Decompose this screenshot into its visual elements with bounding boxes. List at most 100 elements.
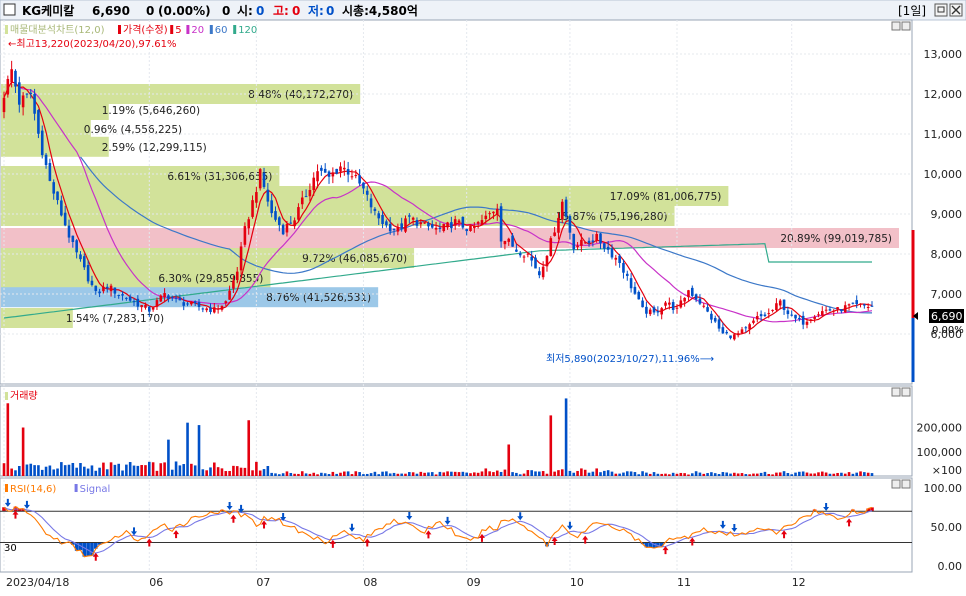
candle-body	[98, 291, 101, 294]
volume-bar	[228, 470, 231, 476]
volume-bar	[40, 469, 44, 476]
volume-band	[1, 136, 109, 157]
volume-bar	[113, 464, 117, 476]
volume-bar	[545, 473, 549, 476]
candle-body	[744, 327, 748, 329]
volume-bar	[274, 473, 277, 476]
candle-body	[572, 233, 576, 250]
volume-pane-close-icon[interactable]	[901, 387, 911, 397]
volume-bar	[90, 465, 94, 476]
candle-body	[304, 196, 308, 198]
candle-body	[499, 206, 503, 242]
volume-bar	[515, 472, 518, 476]
volume-bar	[488, 471, 491, 476]
volume-bar	[507, 444, 511, 476]
volume-bar	[694, 471, 698, 476]
volume-bar	[10, 468, 13, 476]
volume-bar	[775, 472, 778, 476]
volume-bar	[239, 467, 243, 476]
volume-bar	[568, 470, 572, 476]
candle-body	[148, 306, 151, 312]
volume-bar	[587, 472, 591, 476]
price-pane-maximize-icon[interactable]	[891, 21, 901, 31]
volume-bar	[132, 465, 136, 476]
candle-body	[52, 182, 56, 194]
volume-bar	[125, 464, 128, 476]
volume-bar	[648, 473, 652, 476]
price-pane-close-icon[interactable]	[901, 21, 911, 31]
candle-body	[587, 240, 591, 243]
candle-body	[373, 208, 377, 211]
candle-body	[618, 255, 621, 263]
volume-bar	[637, 474, 641, 476]
volume-bar	[170, 469, 174, 476]
volume-bar	[438, 471, 442, 476]
candle-body	[564, 199, 568, 217]
candle-body	[465, 229, 468, 232]
volume-bar	[625, 471, 629, 476]
volume-bar	[358, 472, 361, 476]
volume-bar	[109, 462, 113, 476]
date-tick-label: 06	[149, 576, 163, 589]
volume-bar	[216, 467, 220, 476]
open-value: 0	[256, 4, 264, 18]
candle-body	[736, 333, 740, 336]
volume-pane-maximize-icon[interactable]	[891, 387, 901, 397]
volume-bar	[622, 472, 625, 476]
volume-bar	[767, 473, 771, 476]
volume-bar	[664, 473, 667, 476]
candle-body	[10, 69, 13, 83]
candle-body	[350, 176, 354, 178]
volume-bar	[870, 473, 874, 476]
rsi-pane-close-icon[interactable]	[901, 479, 911, 489]
candle-body	[159, 295, 163, 302]
candle-body	[392, 228, 396, 230]
candle-body	[786, 310, 790, 315]
candle-body	[2, 97, 6, 113]
volume-bar	[641, 471, 644, 476]
candle-body	[488, 213, 491, 215]
checkbox-icon[interactable]	[3, 3, 16, 16]
rsi-tick-label: 50.00	[931, 521, 963, 534]
candle-body	[411, 217, 415, 220]
candle-body	[843, 305, 847, 313]
candle-body	[71, 235, 75, 242]
candle-body	[40, 130, 44, 156]
candle-body	[660, 308, 663, 315]
candle-body	[423, 222, 426, 224]
volume-bar	[710, 472, 713, 476]
volume-bar	[671, 472, 675, 476]
candle-body	[285, 224, 289, 233]
candle-body	[358, 175, 361, 184]
candle-body	[805, 321, 809, 325]
candle-body	[694, 294, 698, 300]
candle-body	[580, 239, 583, 246]
volume-bar	[178, 465, 182, 476]
candle-body	[343, 167, 346, 170]
volume-bar	[388, 473, 392, 476]
restore-window-icon[interactable]	[934, 3, 948, 17]
candle-body	[293, 220, 296, 227]
volume-bar	[866, 472, 870, 476]
volume-bar	[828, 473, 832, 476]
candle-body	[511, 235, 514, 247]
price-tick-label: 12,000	[924, 88, 963, 101]
candle-body	[729, 335, 732, 339]
period-selector[interactable]: [1일]	[898, 4, 926, 18]
price-tick-label: 13,000	[924, 48, 963, 61]
rsi-pane-maximize-icon[interactable]	[891, 479, 901, 489]
candle-body	[163, 293, 166, 298]
candle-body	[492, 211, 495, 214]
price-legend-swatch	[186, 25, 190, 34]
candle-body	[155, 300, 159, 307]
volume-bar	[683, 473, 686, 476]
candle-body	[526, 253, 530, 255]
candle-body	[14, 70, 17, 87]
candle-body	[228, 290, 231, 300]
header-bar	[0, 0, 966, 21]
candle-body	[400, 223, 403, 229]
candle-body	[461, 216, 465, 228]
volume-bar	[576, 470, 579, 476]
candle-body	[576, 245, 579, 248]
candle-body	[174, 297, 178, 299]
